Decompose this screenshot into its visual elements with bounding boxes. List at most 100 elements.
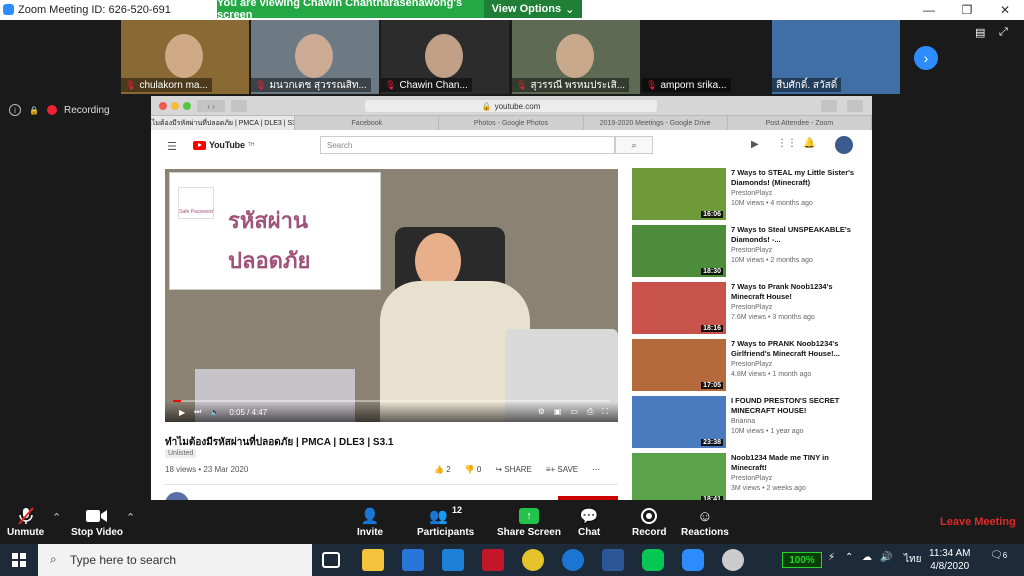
recommended-title[interactable]: 7 Ways to Steal UNSPEAKABLE's Diamonds! … <box>731 225 861 244</box>
search-button[interactable]: ⌕ <box>615 136 653 154</box>
recommended-channel[interactable]: PrestonPlayz <box>731 361 772 368</box>
volume-icon[interactable]: 🔊 <box>880 552 892 563</box>
stop-video-button[interactable]: Stop Video <box>71 505 123 538</box>
pin-app-icon[interactable] <box>722 549 744 571</box>
recommended-channel[interactable]: PrestonPlayz <box>731 475 772 482</box>
word-icon[interactable] <box>602 549 624 571</box>
video-player[interactable]: Safe Password รหัสผ่าน ปลอดภัย ▶ ⏭ 🔈 0:0… <box>165 169 618 422</box>
gallery-view-icon[interactable]: ▤ <box>975 26 989 39</box>
like-button[interactable]: 👍 2 <box>434 465 451 474</box>
recommended-title[interactable]: I FOUND PRESTON'S SECRET MINECRAFT HOUSE… <box>731 396 861 415</box>
close-dot-icon[interactable] <box>159 102 167 110</box>
youtube-logo[interactable]: YouTube TH <box>193 140 254 150</box>
participant-tile[interactable]: 🎙 Chawin Chan... <box>381 20 509 94</box>
mcafee-icon[interactable] <box>482 549 504 571</box>
recommended-video[interactable]: 23:38 I FOUND PRESTON'S SECRET MINECRAFT … <box>632 396 864 448</box>
create-video-icon[interactable]: ▶ <box>751 139 759 150</box>
next-page-button[interactable]: › <box>914 46 938 70</box>
video-thumbnail[interactable]: 16:06 <box>632 168 726 220</box>
recommended-title[interactable]: 7 Ways to Prank Noob1234's Minecraft Hou… <box>731 282 861 301</box>
notification-center-icon[interactable]: 🗨6 <box>990 550 1010 570</box>
info-icon[interactable]: i <box>9 104 21 116</box>
back-forward-icon[interactable]: ‹ › <box>197 100 225 112</box>
recommended-title[interactable]: 7 Ways to STEAL my Little Sister's Diamo… <box>731 168 861 187</box>
reactions-button[interactable]: ☺ Reactions <box>681 505 729 539</box>
next-icon[interactable]: ⏭ <box>194 407 201 417</box>
lock-icon[interactable]: 🔒 <box>28 104 40 116</box>
browser-tab[interactable]: ทำไมต้องมีรหัสผ่านที่ปลอดภัย | PMCA | DL… <box>151 116 296 130</box>
video-thumbnail[interactable]: 18:16 <box>632 282 726 334</box>
recommended-title[interactable]: Noob1234 Made me TINY in Minecraft! <box>731 453 861 472</box>
maximize-button[interactable]: ❐ <box>948 0 986 20</box>
invite-button[interactable]: 👤 Invite <box>357 505 383 538</box>
minimize-dot-icon[interactable] <box>171 102 179 110</box>
participant-tile[interactable]: 🎙 chulakorn ma... <box>121 20 249 94</box>
recommended-channel[interactable]: PrestonPlayz <box>731 247 772 254</box>
hamburger-menu-icon[interactable]: ☰ <box>167 140 177 153</box>
recommended-channel[interactable]: PrestonPlayz <box>731 190 772 197</box>
fullscreen-icon[interactable]: ⤢ <box>999 26 1013 38</box>
task-view-icon[interactable] <box>322 552 340 568</box>
tabs-overview-icon[interactable] <box>847 100 863 112</box>
fullscreen-icon[interactable]: ⛶ <box>602 407 608 417</box>
language-indicator[interactable]: ไทย <box>904 552 921 567</box>
recommended-video[interactable]: 18:16 7 Ways to Prank Noob1234's Minecraf… <box>632 282 864 334</box>
tray-chevron-icon[interactable]: ⌃ <box>845 552 853 563</box>
play-icon[interactable]: ▶ <box>179 408 185 417</box>
address-bar[interactable]: 🔒 youtube.com <box>365 100 657 112</box>
video-thumbnail[interactable]: 18:30 <box>632 225 726 277</box>
video-options-chevron-icon[interactable]: ⌃ <box>126 511 135 524</box>
mail-icon[interactable] <box>442 549 464 571</box>
share-button[interactable]: ↪ SHARE <box>495 465 532 474</box>
system-clock[interactable]: 11:34 AM 4/8/2020 <box>929 547 971 573</box>
chat-button[interactable]: 💬 Chat <box>578 505 600 538</box>
minimize-button[interactable]: — <box>910 0 948 20</box>
browser-tab[interactable]: Facebook <box>295 116 440 130</box>
more-options-icon[interactable]: ⋯ <box>592 465 600 474</box>
recommended-channel[interactable]: Brianna <box>731 418 755 425</box>
audio-options-chevron-icon[interactable]: ⌃ <box>52 511 61 524</box>
zoom-taskbar-icon[interactable] <box>682 549 704 571</box>
participant-tile[interactable]: 🎙 สุวรรณี พรหมประเสิ... <box>512 20 640 94</box>
browser-tab[interactable]: Photos - Google Photos <box>439 116 584 130</box>
subscribe-button[interactable] <box>558 496 618 500</box>
microsoft-store-icon[interactable] <box>402 549 424 571</box>
recommended-title[interactable]: 7 Ways to PRANK Noob1234's Girlfriend's … <box>731 339 861 358</box>
windows-start-icon[interactable] <box>0 544 38 576</box>
dislike-button[interactable]: 👎 0 <box>465 465 482 474</box>
zoom-dot-icon[interactable] <box>183 102 191 110</box>
settings-gear-icon[interactable]: ⚙ <box>538 407 545 417</box>
recommended-video[interactable]: 18:30 7 Ways to Steal UNSPEAKABLE's Diamo… <box>632 225 864 277</box>
participant-tile[interactable]: สืบศักดิ์. สวัสดิ์ <box>772 20 900 94</box>
battery-indicator[interactable]: 100% <box>782 552 822 568</box>
chrome-icon[interactable] <box>522 549 544 571</box>
theater-mode-icon[interactable]: ▭ <box>570 407 578 417</box>
cloud-icon[interactable]: ☁ <box>862 552 872 563</box>
recommended-channel[interactable]: PrestonPlayz <box>731 304 772 311</box>
participant-tile[interactable]: 🎙 มนวกเตช สุวรรณสิท... <box>251 20 379 94</box>
share-icon[interactable] <box>821 100 837 112</box>
file-explorer-icon[interactable] <box>362 549 384 571</box>
taskbar-search-input[interactable]: ⌕ Type here to search <box>38 544 312 576</box>
participants-button[interactable]: 👥 12 Participants <box>417 505 474 538</box>
sidebar-toggle-icon[interactable] <box>231 100 247 112</box>
save-button[interactable]: ≡+ SAVE <box>546 465 578 474</box>
notifications-bell-icon[interactable]: 🔔 <box>803 138 815 149</box>
line-app-icon[interactable] <box>642 549 664 571</box>
view-options-button[interactable]: View Options ⌄ <box>484 0 582 18</box>
recommended-video[interactable]: 18:41 Noob1234 Made me TINY in Minecraft!… <box>632 453 864 500</box>
recommended-video[interactable]: 16:06 7 Ways to STEAL my Little Sister's … <box>632 168 864 220</box>
unmute-button[interactable]: Unmute <box>7 505 44 538</box>
video-thumbnail[interactable]: 23:38 <box>632 396 726 448</box>
participant-tile[interactable]: 🎙 amporn srika... <box>642 20 770 94</box>
browser-tab[interactable]: Post Attendee - Zoom <box>728 116 872 130</box>
close-button[interactable]: ✕ <box>986 0 1024 20</box>
cast-icon[interactable]: ⎙ <box>587 407 593 417</box>
channel-avatar[interactable] <box>165 492 189 500</box>
power-plug-icon[interactable]: ⚡ <box>828 552 835 563</box>
share-screen-button[interactable]: ↑ Share Screen <box>497 505 561 538</box>
edge-icon[interactable] <box>562 549 584 571</box>
youtube-search-input[interactable]: Search <box>320 136 615 154</box>
apps-grid-icon[interactable]: ⋮⋮ <box>777 138 797 149</box>
miniplayer-icon[interactable]: ▣ <box>554 407 562 417</box>
